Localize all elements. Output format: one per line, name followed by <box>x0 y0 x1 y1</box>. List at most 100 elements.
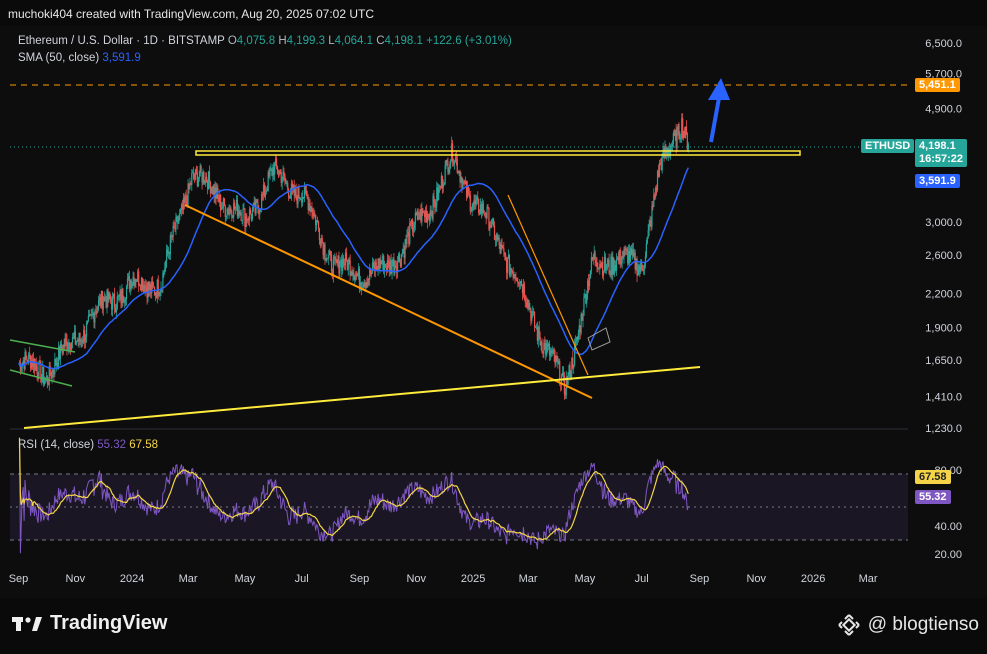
candle-body <box>170 235 172 237</box>
candle-body <box>435 205 437 208</box>
candle-body <box>65 338 67 341</box>
candle-body <box>623 248 625 258</box>
time-tick-label: Jul <box>295 573 309 585</box>
candle-body <box>412 228 415 232</box>
candle-body <box>285 181 287 184</box>
candles <box>18 113 689 400</box>
candle-body <box>71 342 73 351</box>
candle-body <box>505 255 507 260</box>
rsi-legend: RSI (14, close) 55.32 67.58 <box>18 439 158 451</box>
brand-name: TradingView <box>50 612 168 634</box>
candle-body <box>472 204 474 208</box>
candle-body <box>330 254 333 271</box>
candle-body <box>110 299 112 303</box>
candle-body <box>264 192 266 197</box>
candle-body <box>256 200 258 203</box>
candle-body <box>125 286 128 299</box>
candle-body <box>544 343 546 344</box>
candle-body <box>642 268 645 271</box>
candle-body <box>339 266 341 274</box>
candle-body <box>438 186 440 201</box>
candle-body <box>430 210 432 216</box>
candle-body <box>676 128 678 148</box>
candle-body <box>152 281 154 286</box>
candle-body <box>370 271 373 275</box>
candle-body <box>173 225 175 228</box>
candle-body <box>523 283 525 297</box>
candle-body <box>651 205 653 227</box>
candle-body <box>334 256 336 260</box>
price-tick-label: 3,000.0 <box>925 217 962 229</box>
candle-body <box>242 209 244 221</box>
candle-body <box>354 277 356 280</box>
candle-body <box>69 342 71 350</box>
candle-body <box>36 366 38 375</box>
price-tick-label: 1,900.0 <box>925 322 962 334</box>
candle-body <box>75 342 77 345</box>
candle-body <box>324 244 326 259</box>
time-tick-label: Nov <box>66 573 86 585</box>
candle-body <box>470 210 472 212</box>
candle-body <box>279 170 281 173</box>
candle-body <box>658 162 660 177</box>
time-tick-label: 2024 <box>120 573 144 585</box>
last-price-value: 4,198.1 <box>919 140 956 152</box>
candle-body <box>448 169 450 173</box>
candle-body <box>501 244 503 248</box>
candle-body <box>71 337 74 343</box>
tradingview-icon <box>12 616 42 631</box>
candle-body <box>86 320 89 325</box>
candle-body <box>498 237 500 246</box>
candle-body <box>582 316 584 321</box>
candle-body <box>637 269 639 276</box>
candle-body <box>620 263 622 265</box>
candle-body <box>240 212 242 221</box>
open-value: 4,075.8 <box>236 35 276 47</box>
candle-body <box>327 258 329 260</box>
candle-body <box>116 296 118 310</box>
candle-body <box>304 186 307 191</box>
up-arrow-icon <box>708 78 730 143</box>
candle-body <box>594 252 596 262</box>
candle-body <box>598 267 600 269</box>
candle-body <box>356 273 358 275</box>
candle-body <box>220 207 223 211</box>
candle-body <box>426 214 429 222</box>
binance-diamond-icon <box>838 614 860 636</box>
candle-body <box>228 210 230 214</box>
candle-body <box>109 292 111 300</box>
candle-body <box>241 220 243 221</box>
close-value: 4,198.1 <box>384 35 423 47</box>
time-tick-label: Mar <box>519 573 538 585</box>
candle-body <box>193 172 195 179</box>
candle-body <box>26 357 28 361</box>
candle-body <box>551 351 553 354</box>
price-chart[interactable]: 6,500.05,700.04,900.03,000.02,600.02,200… <box>0 0 987 654</box>
candle-body <box>145 285 147 288</box>
candle-body <box>528 300 530 309</box>
candle-body <box>467 187 470 194</box>
rsi-ma-badge: 67.58 <box>915 470 951 484</box>
candle-body <box>249 209 252 215</box>
rsi-badge: 55.32 <box>915 490 951 504</box>
candle-body <box>456 159 458 173</box>
candle-body <box>367 278 369 287</box>
candle-body <box>446 160 448 162</box>
candle-body <box>345 252 348 260</box>
candle-body <box>298 186 300 198</box>
tradingview-logo[interactable]: TradingView <box>12 612 167 635</box>
time-tick-label: Nov <box>746 573 766 585</box>
candle-body <box>515 277 517 279</box>
candle-body <box>275 158 278 167</box>
candle-body <box>504 252 506 256</box>
close-label: C <box>376 35 385 47</box>
candle-body <box>444 165 446 184</box>
candle-body <box>97 307 99 313</box>
descending-trendline <box>184 204 593 399</box>
flag-pattern <box>587 327 611 351</box>
candle-body <box>311 206 313 213</box>
candle-body <box>191 173 193 185</box>
time-tick-label: Nov <box>406 573 426 585</box>
candle-body <box>387 260 389 262</box>
candle-body <box>517 281 519 284</box>
